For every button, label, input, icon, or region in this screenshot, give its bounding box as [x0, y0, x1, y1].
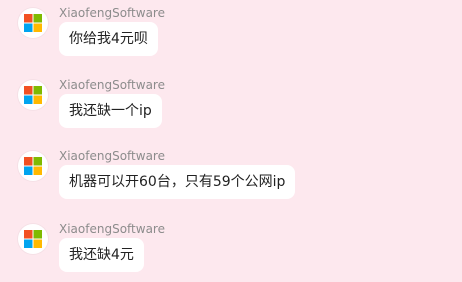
chat-message-list: XiaofengSoftware 你给我4元呗 XiaofengSoftware…	[0, 0, 462, 282]
windows-logo-icon	[24, 230, 42, 248]
windows-logo-icon	[24, 14, 42, 32]
message-bubble[interactable]: 机器可以开60台，只有59个公网ip	[59, 165, 296, 199]
avatar[interactable]	[18, 224, 48, 254]
chat-message: XiaofengSoftware 我还缺4元	[0, 216, 462, 276]
avatar[interactable]	[18, 8, 48, 38]
message-bubble[interactable]: 我还缺一个ip	[59, 94, 162, 128]
sender-name: XiaofengSoftware	[59, 78, 165, 92]
message-bubble[interactable]: 你给我4元呗	[59, 22, 158, 56]
avatar[interactable]	[18, 80, 48, 110]
avatar[interactable]	[18, 151, 48, 181]
sender-name: XiaofengSoftware	[59, 222, 165, 236]
windows-logo-icon	[24, 86, 42, 104]
chat-message: XiaofengSoftware 机器可以开60台，只有59个公网ip	[0, 143, 462, 203]
chat-message: XiaofengSoftware 你给我4元呗	[0, 0, 462, 60]
windows-logo-icon	[24, 157, 42, 175]
sender-name: XiaofengSoftware	[59, 6, 165, 20]
chat-message: XiaofengSoftware 我还缺一个ip	[0, 72, 462, 132]
sender-name: XiaofengSoftware	[59, 149, 165, 163]
message-bubble[interactable]: 我还缺4元	[59, 238, 144, 272]
